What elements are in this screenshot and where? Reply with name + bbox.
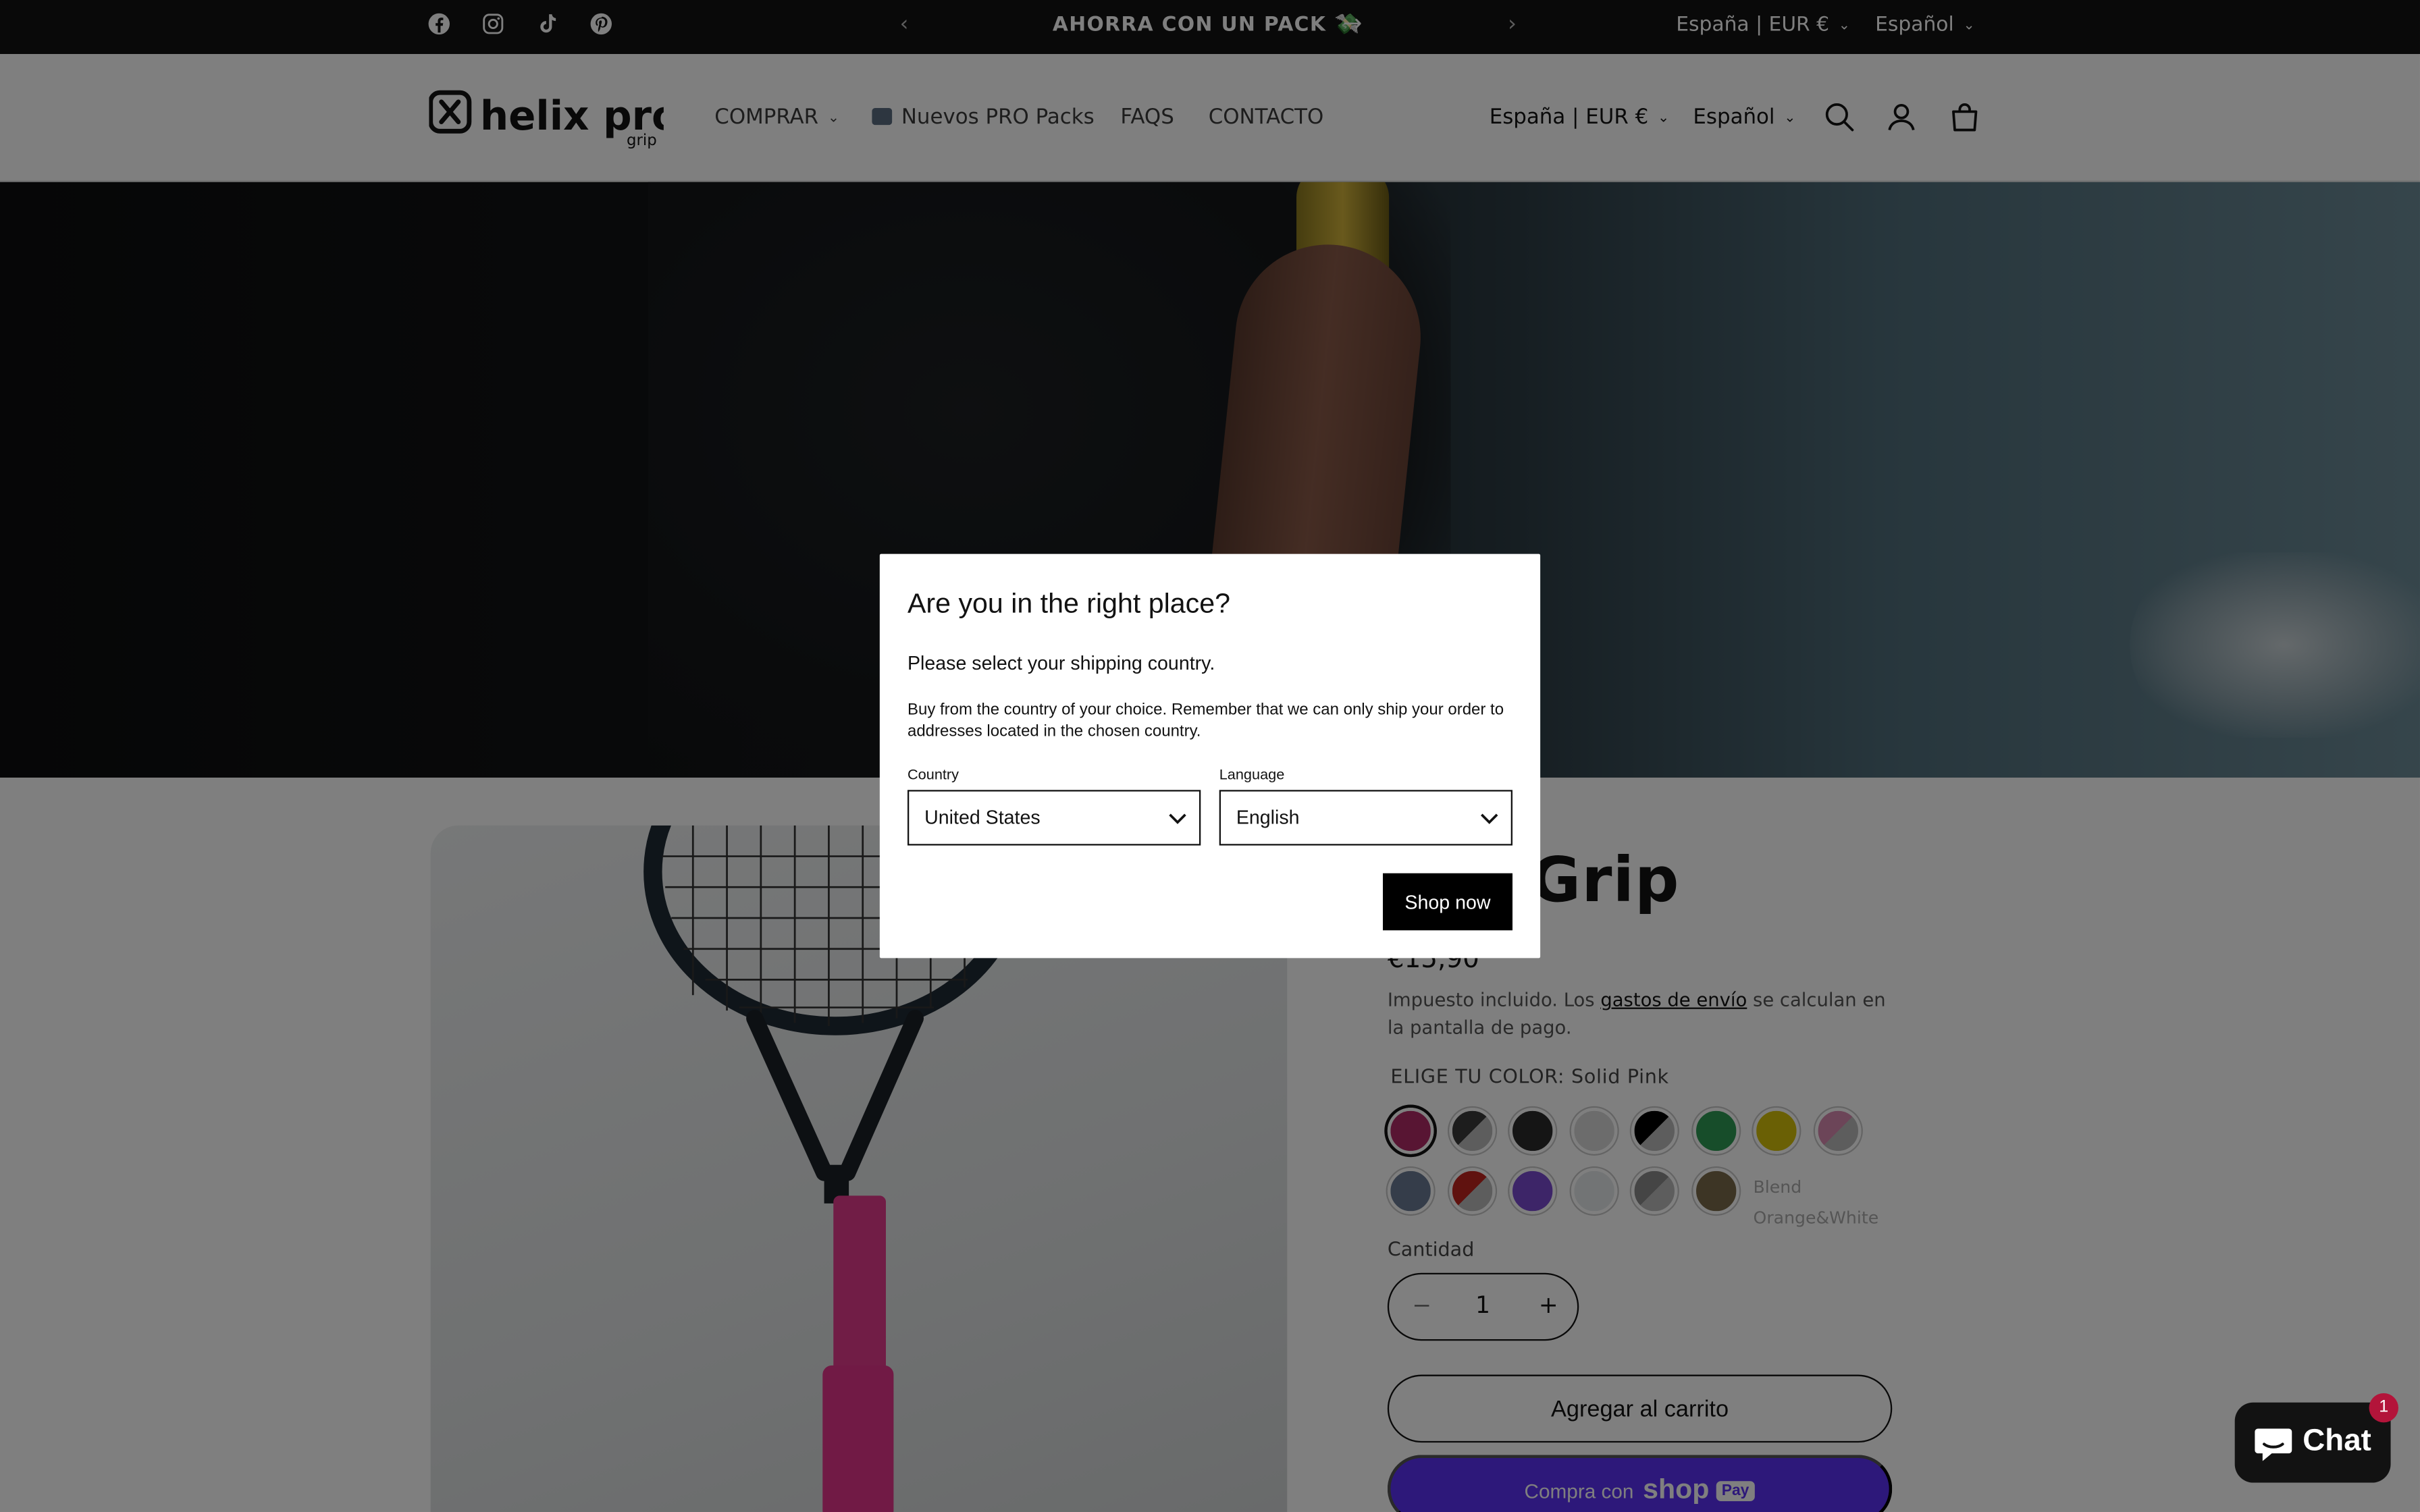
language-select-value: English — [1236, 807, 1300, 829]
chat-label: Chat — [2303, 1424, 2371, 1458]
language-select[interactable]: English — [1219, 790, 1512, 846]
country-select-value: United States — [924, 807, 1041, 829]
language-label: Language — [1219, 766, 1285, 784]
country-selector-modal: Are you in the right place? Please selec… — [879, 554, 1541, 959]
page: ‹ AHORRA CON UN PACK 💸 → › España | EUR … — [0, 0, 2420, 1512]
modal-title: Are you in the right place? — [907, 587, 1231, 619]
country-select[interactable]: United States — [907, 790, 1201, 846]
chat-unread-badge: 1 — [2369, 1393, 2398, 1423]
shop-now-button[interactable]: Shop now — [1382, 873, 1512, 931]
chevron-down-icon — [1480, 813, 1498, 824]
modal-subtitle: Please select your shipping country. — [907, 652, 1215, 674]
chat-bubble-icon — [2255, 1428, 2292, 1461]
modal-description: Buy from the country of your choice. Rem… — [907, 700, 1504, 740]
chevron-down-icon — [1169, 813, 1186, 824]
chat-widget-button[interactable]: Chat 1 — [2234, 1393, 2398, 1483]
country-label: Country — [907, 766, 959, 784]
